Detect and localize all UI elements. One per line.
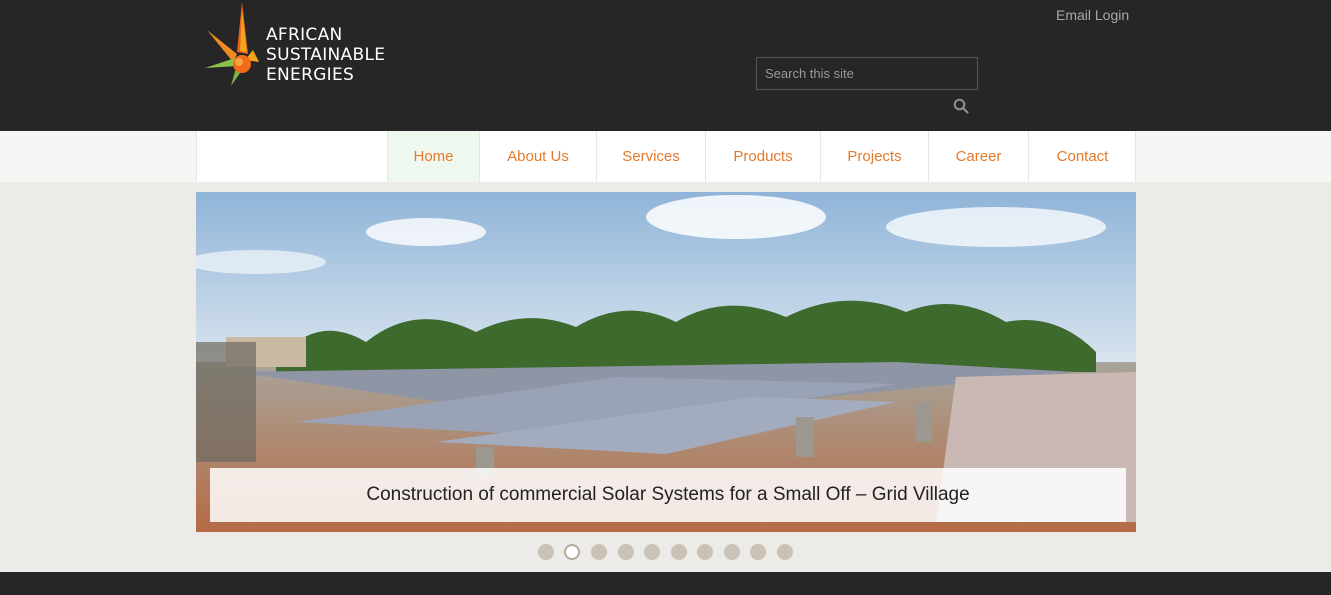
logo-line-2: SUSTAINABLE: [266, 45, 386, 65]
slide-caption: Construction of commercial Solar Systems…: [210, 468, 1126, 522]
nav-item-projects[interactable]: Projects: [820, 131, 928, 182]
email-login-link[interactable]: Email Login: [1056, 7, 1129, 23]
logo-line-3: ENERGIES: [266, 65, 355, 85]
sunburst-logo-icon: [205, 2, 259, 86]
slider-dot-9[interactable]: [750, 544, 766, 560]
main-navigation: Home About Us Services Products Projects…: [196, 131, 1136, 182]
image-slider[interactable]: Construction of commercial Solar Systems…: [196, 192, 1136, 532]
site-logo[interactable]: AFRICAN SUSTAINABLE ENERGIES: [205, 2, 405, 92]
site-header: AFRICAN SUSTAINABLE ENERGIES Email Login: [0, 0, 1331, 131]
slider-dot-10[interactable]: [777, 544, 793, 560]
nav-item-products[interactable]: Products: [705, 131, 820, 182]
slider-dot-5[interactable]: [644, 544, 660, 560]
nav-item-about-us[interactable]: About Us: [479, 131, 596, 182]
slider-dot-6[interactable]: [671, 544, 687, 560]
slider-dot-1[interactable]: [538, 544, 554, 560]
slider-dot-8[interactable]: [724, 544, 740, 560]
logo-text: AFRICAN SUSTAINABLE ENERGIES: [266, 25, 385, 85]
footer-bar: [0, 572, 1331, 595]
slider-dot-4[interactable]: [618, 544, 634, 560]
slider-dot-2[interactable]: [564, 544, 580, 560]
search-input[interactable]: [756, 57, 978, 90]
logo-line-1: AFRICAN: [266, 25, 343, 45]
search-icon[interactable]: [953, 98, 969, 114]
nav-item-contact[interactable]: Contact: [1028, 131, 1136, 182]
slider-dot-3[interactable]: [591, 544, 607, 560]
nav-item-home[interactable]: Home: [387, 131, 479, 182]
slider-dot-7[interactable]: [697, 544, 713, 560]
nav-item-career[interactable]: Career: [928, 131, 1028, 182]
nav-item-services[interactable]: Services: [596, 131, 705, 182]
